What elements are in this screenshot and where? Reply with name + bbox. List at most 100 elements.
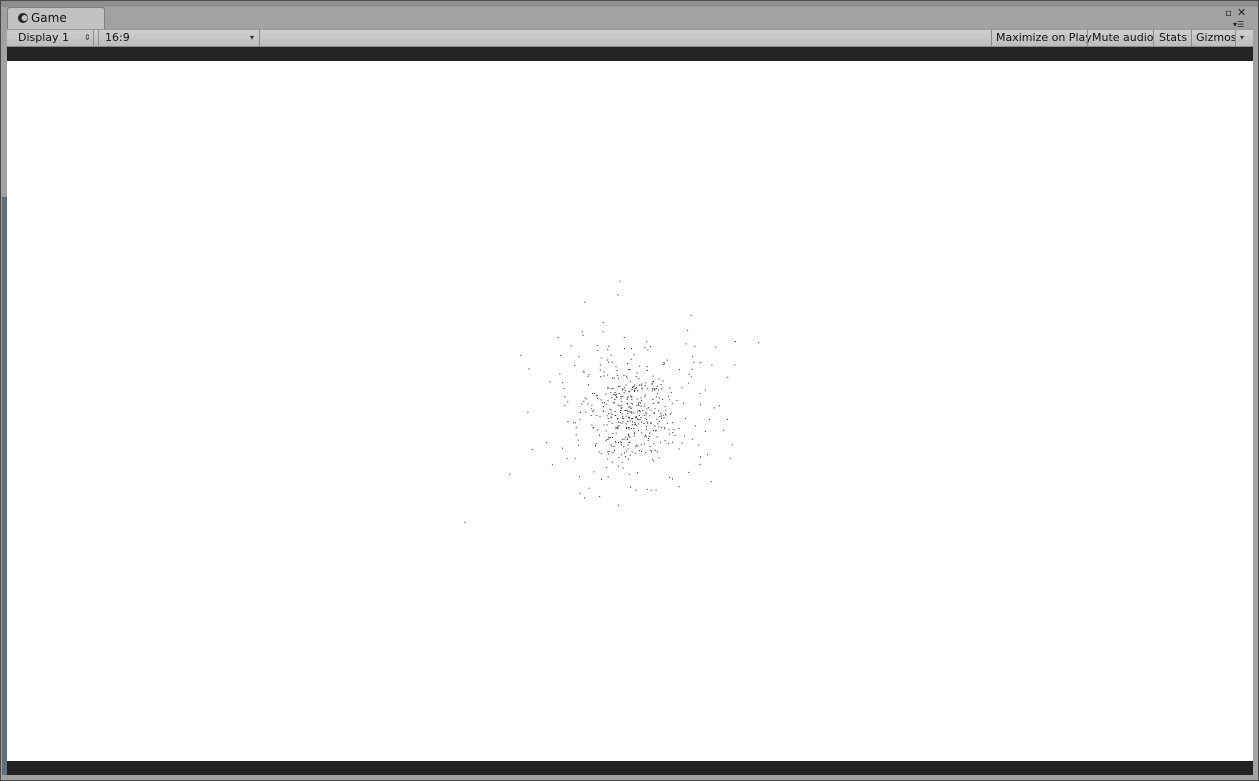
particle — [602, 331, 604, 333]
particle — [583, 400, 585, 402]
particle — [615, 393, 617, 395]
particle — [638, 378, 640, 379]
particle — [625, 436, 627, 438]
particle — [609, 437, 611, 439]
particle — [641, 384, 643, 386]
particle — [628, 473, 630, 475]
particle — [658, 421, 660, 422]
particle — [655, 396, 657, 398]
particle — [612, 387, 614, 389]
particle — [617, 504, 619, 506]
particle — [629, 441, 631, 443]
particle — [734, 341, 736, 342]
particle — [611, 423, 613, 425]
tab-game[interactable]: Game — [7, 7, 105, 29]
particle — [620, 442, 622, 444]
particle — [639, 414, 640, 416]
particle — [630, 358, 632, 360]
particle — [638, 410, 640, 412]
particle — [621, 422, 623, 424]
particle — [631, 348, 632, 350]
particle — [637, 411, 639, 413]
particle — [635, 376, 637, 377]
particle — [658, 410, 660, 412]
particle — [640, 383, 642, 385]
particle — [713, 407, 715, 409]
particle — [688, 471, 690, 473]
unity-logo-icon — [18, 13, 28, 23]
particle — [528, 368, 530, 370]
particle — [694, 345, 696, 347]
particle — [631, 389, 633, 390]
particle — [624, 389, 626, 391]
particle — [646, 408, 648, 410]
particle — [607, 417, 609, 419]
close-icon[interactable]: ✕ — [1237, 7, 1246, 18]
particle — [638, 404, 640, 406]
particle — [632, 418, 633, 420]
particle — [640, 397, 642, 399]
particle — [615, 366, 617, 368]
particle — [614, 392, 616, 393]
particle — [602, 410, 604, 412]
particle — [619, 422, 621, 423]
particle — [617, 428, 619, 430]
particle — [635, 446, 637, 448]
particle — [647, 422, 649, 424]
particle — [692, 356, 694, 358]
particle — [607, 387, 608, 389]
particle — [610, 416, 612, 418]
particle — [612, 402, 614, 404]
aspect-dropdown[interactable]: 16:9 ▾ — [98, 30, 260, 47]
particle — [676, 400, 678, 402]
particle — [601, 402, 603, 404]
particle — [648, 407, 650, 409]
particle — [660, 417, 662, 419]
particle — [699, 456, 701, 458]
gizmos-dropdown-arrow[interactable]: ▾ — [1235, 30, 1253, 47]
maximize-icon[interactable]: ▫ — [1225, 9, 1232, 19]
mute-audio-toggle[interactable]: Mute audio — [1087, 30, 1154, 47]
particle — [646, 488, 648, 490]
particle — [664, 428, 666, 430]
particle — [559, 373, 561, 375]
particle — [579, 419, 581, 421]
particle — [588, 487, 590, 489]
particle — [654, 449, 656, 451]
particle — [618, 421, 619, 423]
particle — [596, 414, 598, 416]
game-viewport[interactable] — [7, 61, 1253, 761]
particle — [634, 388, 636, 390]
particle — [608, 345, 610, 347]
particle — [639, 365, 641, 367]
particle — [624, 452, 625, 454]
particle — [657, 423, 659, 425]
particle — [649, 432, 651, 434]
particle — [616, 374, 618, 376]
particle — [679, 369, 680, 371]
particle — [626, 439, 628, 441]
particle — [668, 395, 669, 397]
display-dropdown[interactable]: Display 1 ⇕ — [12, 30, 94, 47]
particle — [532, 449, 534, 451]
particle — [551, 464, 553, 466]
particle — [583, 371, 585, 373]
particle — [672, 432, 674, 433]
particle — [669, 387, 671, 389]
particle — [623, 417, 625, 419]
stats-toggle[interactable]: Stats — [1153, 30, 1191, 47]
particle — [630, 486, 632, 488]
gizmos-toggle[interactable]: Gizmos — [1191, 30, 1237, 47]
particle — [607, 458, 609, 460]
particle — [711, 364, 713, 366]
particle — [520, 354, 522, 356]
particle — [629, 406, 631, 408]
maximize-on-play-toggle[interactable]: Maximize on Play — [991, 30, 1092, 47]
particle — [608, 453, 610, 455]
particle — [655, 388, 657, 390]
particle — [596, 394, 598, 396]
particle — [597, 350, 599, 352]
particle — [625, 456, 626, 458]
particle — [651, 390, 653, 392]
particle — [685, 343, 687, 345]
